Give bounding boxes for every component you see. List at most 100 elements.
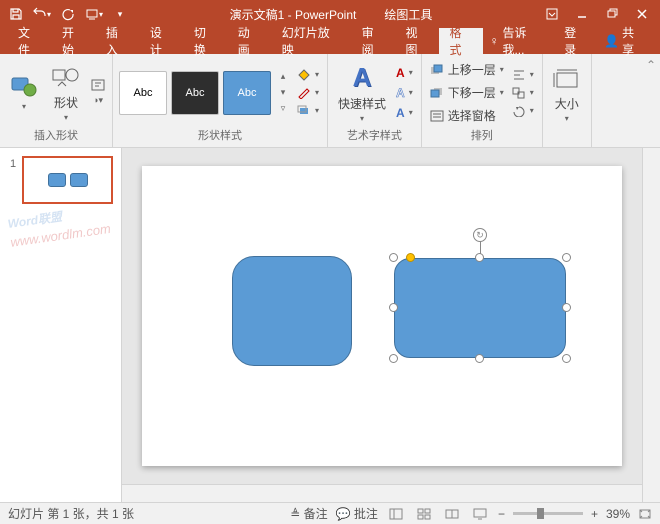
handle-bottom-right[interactable] bbox=[562, 354, 571, 363]
text-fill-button[interactable]: A▾ bbox=[394, 65, 415, 81]
handle-top-middle[interactable] bbox=[475, 253, 484, 262]
selection-pane-button[interactable]: 选择窗格 bbox=[428, 106, 506, 125]
shapes-label: 形状 bbox=[54, 94, 78, 111]
rounded-rectangle-1[interactable] bbox=[232, 256, 352, 366]
zoom-slider[interactable] bbox=[513, 512, 583, 515]
handle-adjustment[interactable] bbox=[406, 253, 415, 262]
slideshow-view-button[interactable] bbox=[470, 506, 490, 522]
handle-bottom-middle[interactable] bbox=[475, 354, 484, 363]
group-size: 大小 ▾ bbox=[543, 54, 592, 147]
handle-middle-right[interactable] bbox=[562, 303, 571, 312]
canvas-area[interactable]: ↻ bbox=[122, 148, 642, 502]
zoom-percent[interactable]: 39% bbox=[606, 507, 630, 521]
reading-view-button[interactable] bbox=[442, 506, 462, 522]
shape-fill-button[interactable]: ▾ bbox=[295, 68, 321, 82]
slide[interactable]: ↻ bbox=[142, 166, 622, 466]
comments-button[interactable]: 💬 批注 bbox=[336, 505, 378, 522]
menu-bar: 文件 开始 插入 设计 切换 动画 幻灯片放映 审阅 视图 格式 ♀告诉我...… bbox=[0, 28, 660, 54]
tell-me-button[interactable]: ♀告诉我... bbox=[483, 28, 554, 54]
horizontal-scrollbar[interactable] bbox=[122, 484, 642, 502]
shape-effects-button[interactable]: ▾ bbox=[295, 104, 321, 118]
style-gallery-more[interactable]: ▿ bbox=[275, 102, 291, 116]
group-size-label bbox=[565, 131, 568, 145]
window-controls bbox=[538, 3, 656, 25]
group-arrange-label: 排列 bbox=[471, 127, 493, 145]
style-preset-3[interactable]: Abc bbox=[223, 71, 271, 115]
handle-top-left[interactable] bbox=[389, 253, 398, 262]
tab-review[interactable]: 审阅 bbox=[352, 28, 396, 54]
minimize-button[interactable] bbox=[568, 3, 596, 25]
collapse-ribbon-button[interactable]: ⌃ bbox=[642, 54, 660, 147]
undo-button[interactable]: ▾ bbox=[30, 2, 54, 26]
redo-button[interactable] bbox=[56, 2, 80, 26]
group-insert-shapes: ▾ 形状 ▾ ◑▾ 插入形状 bbox=[0, 54, 113, 147]
tab-slideshow[interactable]: 幻灯片放映 bbox=[272, 28, 352, 54]
group-wordart-styles: A 快速样式 ▾ A▾ A▾ A▾ 艺术字样式 bbox=[328, 54, 422, 147]
zoom-slider-thumb[interactable] bbox=[537, 508, 544, 519]
edit-shape-button[interactable]: ▾ bbox=[6, 72, 42, 113]
vertical-scrollbar[interactable] bbox=[642, 148, 660, 502]
style-gallery-down[interactable]: ▾ bbox=[275, 86, 291, 100]
tab-format[interactable]: 格式 bbox=[439, 28, 483, 54]
notes-button[interactable]: ≜ 备注 bbox=[290, 505, 327, 522]
text-outline-button[interactable]: A▾ bbox=[394, 85, 415, 101]
ribbon-options-button[interactable] bbox=[538, 3, 566, 25]
group-shape-styles: Abc Abc Abc ▴ ▾ ▿ ▾ ▾ ▾ 形状样式 bbox=[113, 54, 328, 147]
shapes-button[interactable]: 形状 ▾ bbox=[46, 62, 86, 124]
zoom-out-button[interactable]: − bbox=[498, 507, 505, 521]
quick-styles-label: 快速样式 bbox=[338, 95, 386, 112]
tab-design[interactable]: 设计 bbox=[140, 28, 184, 54]
tab-home[interactable]: 开始 bbox=[52, 28, 96, 54]
merge-shapes-button[interactable]: ◑▾ bbox=[90, 94, 106, 108]
rotate-button[interactable]: ▾ bbox=[510, 104, 536, 118]
share-label: 共享 bbox=[622, 24, 646, 58]
text-effects-button[interactable]: A▾ bbox=[394, 105, 415, 121]
bring-forward-button[interactable]: 上移一层 ▾ bbox=[428, 60, 506, 79]
tab-view[interactable]: 视图 bbox=[396, 28, 440, 54]
handle-bottom-left[interactable] bbox=[389, 354, 398, 363]
customize-qat-button[interactable]: ▾ bbox=[108, 2, 132, 26]
thumb-shape-1 bbox=[48, 173, 66, 187]
quick-styles-button[interactable]: A 快速样式 ▾ bbox=[334, 60, 390, 125]
group-button[interactable]: ▾ bbox=[510, 86, 536, 100]
context-tool-label: 绘图工具 bbox=[376, 4, 440, 25]
tab-transitions[interactable]: 切换 bbox=[184, 28, 228, 54]
fit-to-window-button[interactable] bbox=[638, 508, 652, 520]
style-preset-2[interactable]: Abc bbox=[171, 71, 219, 115]
share-button[interactable]: 👤共享 bbox=[598, 28, 652, 54]
rotate-handle[interactable]: ↻ bbox=[473, 228, 487, 242]
handle-middle-left[interactable] bbox=[389, 303, 398, 312]
tab-file[interactable]: 文件 bbox=[8, 28, 52, 54]
sorter-view-button[interactable] bbox=[414, 506, 434, 522]
group-wordart-styles-label: 艺术字样式 bbox=[347, 127, 402, 145]
text-box-button[interactable] bbox=[90, 78, 106, 92]
save-button[interactable] bbox=[4, 2, 28, 26]
login-button[interactable]: 登录 bbox=[558, 28, 594, 54]
style-preset-1[interactable]: Abc bbox=[119, 71, 167, 115]
tab-insert[interactable]: 插入 bbox=[96, 28, 140, 54]
status-bar: 幻灯片 第 1 张，共 1 张 ≜ 备注 💬 批注 − + 39% bbox=[0, 502, 660, 524]
normal-view-button[interactable] bbox=[386, 506, 406, 522]
close-button[interactable] bbox=[628, 3, 656, 25]
send-backward-button[interactable]: 下移一层 ▾ bbox=[428, 83, 506, 102]
zoom-in-button[interactable]: + bbox=[591, 507, 598, 521]
rounded-rectangle-2-selected[interactable]: ↻ bbox=[394, 258, 566, 358]
slide-thumbnail-1[interactable]: 1 bbox=[22, 156, 113, 204]
tell-me-label: 告诉我... bbox=[502, 24, 548, 58]
workspace: 1 ↻ bbox=[0, 148, 660, 502]
rounded-rectangle-2[interactable] bbox=[394, 258, 566, 358]
restore-button[interactable] bbox=[598, 3, 626, 25]
thumb-shape-2 bbox=[70, 173, 88, 187]
shape-outline-button[interactable]: ▾ bbox=[295, 86, 321, 100]
group-shape-styles-label: 形状样式 bbox=[198, 127, 242, 145]
group-insert-shapes-label: 插入形状 bbox=[34, 127, 78, 145]
slide-counter: 幻灯片 第 1 张，共 1 张 bbox=[8, 505, 134, 522]
size-label: 大小 bbox=[555, 95, 579, 112]
start-from-beginning-button[interactable]: ▾ bbox=[82, 2, 106, 26]
style-gallery-up[interactable]: ▴ bbox=[275, 70, 291, 84]
align-button[interactable]: ▾ bbox=[510, 68, 536, 82]
wordart-letter: A bbox=[353, 62, 372, 93]
handle-top-right[interactable] bbox=[562, 253, 571, 262]
size-button[interactable]: 大小 ▾ bbox=[549, 65, 585, 125]
tab-animations[interactable]: 动画 bbox=[228, 28, 272, 54]
